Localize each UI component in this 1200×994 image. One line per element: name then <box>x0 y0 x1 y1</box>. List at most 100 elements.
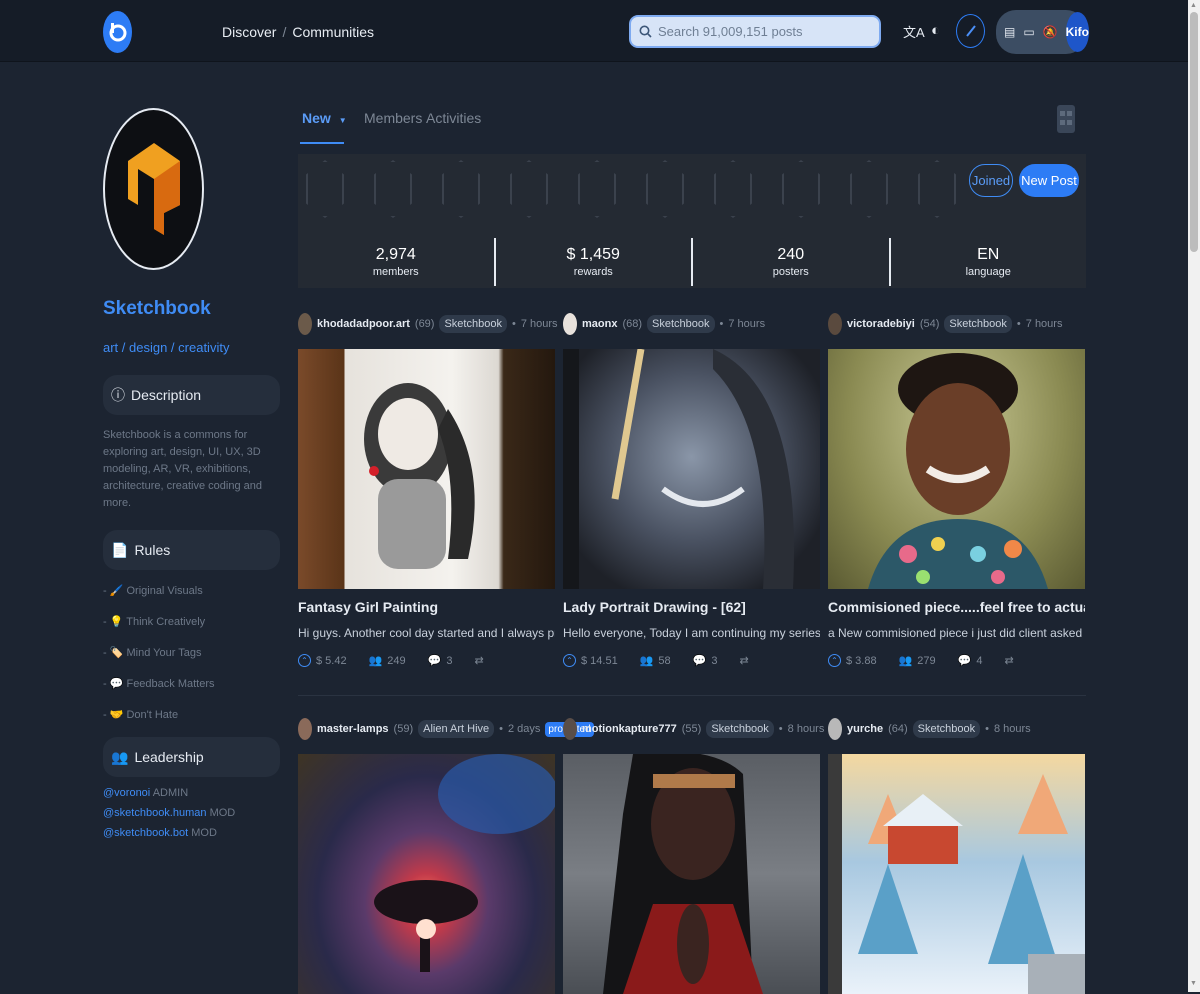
post-excerpt[interactable]: a New commisioned piece i just did clien… <box>828 626 1085 640</box>
author-reputation: (69) <box>414 318 435 330</box>
leader-handle[interactable]: @voronoi <box>103 787 150 799</box>
post-time: 8 hours <box>993 723 1031 735</box>
dot-separator: • <box>499 723 503 735</box>
create-post-button[interactable] <box>956 14 985 48</box>
post-author[interactable]: maonx <box>582 318 617 330</box>
scrollbar-thumb[interactable] <box>1190 12 1198 252</box>
scroll-down-icon[interactable]: ▼ <box>1190 980 1197 987</box>
post-community[interactable]: Sketchbook <box>647 315 715 333</box>
grid-view-icon[interactable] <box>1057 105 1075 133</box>
post-community[interactable]: Sketchbook <box>706 720 774 738</box>
author-avatar[interactable] <box>563 718 577 740</box>
stat-value: $ 1,459 <box>566 246 620 263</box>
post-excerpt[interactable]: Hi guys. Another cool day started and I … <box>298 626 555 640</box>
rules-label: Rules <box>134 542 171 559</box>
post-header: yurche (64) Sketchbook • 8 hours <box>828 718 1085 740</box>
stat-label: members <box>372 266 419 278</box>
post-thumbnail[interactable] <box>298 349 555 589</box>
post-community[interactable]: Sketchbook <box>912 720 981 738</box>
post-author[interactable]: victoradebiyi <box>847 318 915 330</box>
avatar[interactable]: Kifo <box>1065 12 1089 52</box>
reblog-icon[interactable]: ⇄ <box>739 654 748 667</box>
tab-members[interactable]: Members <box>364 110 422 126</box>
breadcrumb-separator: / <box>282 24 287 40</box>
post-author[interactable]: master-lamps <box>317 723 389 735</box>
dot-separator: • <box>1016 318 1021 330</box>
tab-activities[interactable]: Activities <box>426 110 481 126</box>
post-card[interactable]: maonx (68) Sketchbook • 7 hours Lady Por… <box>563 313 820 667</box>
community-sidebar: Sketchbook art / design / creativity ⓘ De… <box>103 108 280 839</box>
theme-toggle-icon[interactable]: ◐ <box>931 22 940 39</box>
banner-pattern <box>374 160 412 218</box>
rules-list: - 🖌️ Original Visuals - 💡 Think Creative… <box>103 584 280 721</box>
ecency-logo-icon[interactable] <box>103 11 132 53</box>
post-community[interactable]: Sketchbook <box>439 315 507 333</box>
sketchbook-logo-icon <box>127 143 180 235</box>
banner-pattern <box>442 160 480 218</box>
post-card[interactable]: victoradebiyi (54) Sketchbook • 7 hours … <box>828 313 1085 667</box>
author-reputation: (54) <box>919 318 940 330</box>
author-avatar[interactable] <box>298 313 312 335</box>
page-scrollbar[interactable]: ▲ ▼ <box>1188 0 1200 992</box>
new-post-button[interactable]: New Post <box>1019 164 1079 197</box>
post-header: khodadadpoor.art (69) Sketchbook • 7 hou… <box>298 313 558 335</box>
post-card[interactable]: master-lamps (59) Alien Art Hive • 2 day… <box>298 718 594 994</box>
breadcrumb-communities[interactable]: Communities <box>292 24 374 40</box>
bookmarks-icon[interactable]: ▭ <box>1023 25 1034 39</box>
post-payout[interactable]: $ 5.42 <box>316 655 347 667</box>
notifications-off-icon[interactable]: 🔕 <box>1043 25 1058 39</box>
leader-handle[interactable]: @sketchbook.bot <box>103 827 188 839</box>
search-placeholder: Search 91,009,151 posts <box>658 24 803 39</box>
post-author[interactable]: yurche <box>847 723 883 735</box>
joined-button[interactable]: Joined <box>969 164 1013 197</box>
community-tags[interactable]: art / design / creativity <box>103 340 280 355</box>
post-community[interactable]: Sketchbook <box>944 315 1012 333</box>
reblog-icon[interactable]: ⇄ <box>1004 654 1013 667</box>
post-comments[interactable]: 3 <box>446 655 452 667</box>
scroll-up-icon[interactable]: ▲ <box>1190 2 1197 9</box>
post-author[interactable]: motionkapture777 <box>582 723 677 735</box>
post-payout[interactable]: $ 14.51 <box>581 655 618 667</box>
author-avatar[interactable] <box>828 313 842 335</box>
search-input[interactable]: Search 91,009,151 posts <box>629 15 881 48</box>
banner-pattern <box>510 160 548 218</box>
user-menu[interactable]: ▤ ▭ 🔕 Kifo <box>996 10 1089 54</box>
post-author[interactable]: khodadadpoor.art <box>317 318 410 330</box>
post-thumbnail[interactable] <box>828 349 1085 589</box>
reblog-icon[interactable]: ⇄ <box>474 654 483 667</box>
post-card[interactable]: khodadadpoor.art (69) Sketchbook • 7 hou… <box>298 313 558 667</box>
tab-new[interactable]: New ▼ <box>302 110 347 126</box>
translate-icon[interactable]: 文A <box>903 22 925 41</box>
description-label: Description <box>131 387 202 403</box>
post-time: 7 hours <box>728 318 766 330</box>
post-title[interactable]: Commisioned piece.....feel free to actua… <box>828 599 1085 615</box>
post-excerpt[interactable]: Hello everyone, Today I am continuing my… <box>563 626 820 640</box>
post-card[interactable]: yurche (64) Sketchbook • 8 hours <box>828 718 1085 994</box>
post-thumbnail[interactable] <box>828 754 1085 994</box>
upvote-icon[interactable]: ⌃ <box>828 654 841 667</box>
description-header: ⓘ Description <box>103 375 280 415</box>
post-votes[interactable]: 58 <box>658 655 670 667</box>
post-card[interactable]: motionkapture777 (55) Sketchbook • 8 hou… <box>563 718 824 994</box>
upvote-icon[interactable]: ⌃ <box>563 654 576 667</box>
post-title[interactable]: Lady Portrait Drawing - [62] <box>563 599 820 615</box>
author-avatar[interactable] <box>828 718 842 740</box>
post-thumbnail[interactable] <box>298 754 555 994</box>
post-comments[interactable]: 4 <box>976 655 982 667</box>
wallet-icon[interactable]: ▤ <box>1004 25 1015 39</box>
post-votes[interactable]: 249 <box>387 655 405 667</box>
leader-handle[interactable]: @sketchbook.human <box>103 807 207 819</box>
breadcrumb-discover[interactable]: Discover <box>222 24 276 40</box>
post-community[interactable]: Alien Art Hive <box>418 720 495 738</box>
post-votes[interactable]: 279 <box>917 655 935 667</box>
author-avatar[interactable] <box>298 718 312 740</box>
rules-header: 📄 Rules <box>103 530 280 571</box>
post-payout[interactable]: $ 3.88 <box>846 655 877 667</box>
post-title[interactable]: Fantasy Girl Painting <box>298 599 555 615</box>
author-avatar[interactable] <box>563 313 577 335</box>
post-comments[interactable]: 3 <box>711 655 717 667</box>
post-thumbnail[interactable] <box>563 754 820 994</box>
dot-separator: • <box>511 318 516 330</box>
upvote-icon[interactable]: ⌃ <box>298 654 311 667</box>
post-thumbnail[interactable] <box>563 349 820 589</box>
